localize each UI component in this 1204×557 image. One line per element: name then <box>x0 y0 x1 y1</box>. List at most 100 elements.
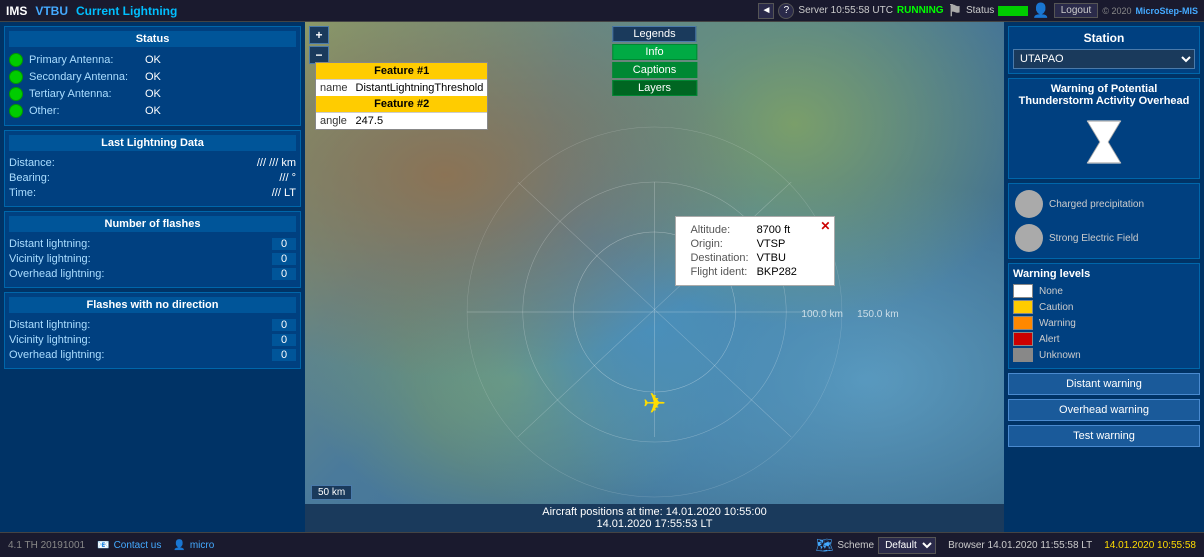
help-button[interactable]: ? <box>778 3 794 19</box>
warning-levels-title: Warning levels <box>1013 268 1195 280</box>
vtbu-label: VTBU <box>35 4 68 18</box>
level-label: Unknown <box>1039 350 1081 361</box>
no-direction-section: Flashes with no direction Distant lightn… <box>4 292 301 369</box>
distant-warning-button[interactable]: Distant warning <box>1008 373 1200 395</box>
user-info: 👤 micro <box>173 540 214 551</box>
layers-button[interactable]: Layers <box>612 80 697 96</box>
level-box <box>1013 348 1033 362</box>
level-row: Alert <box>1013 332 1195 346</box>
feature2-header: Feature #2 <box>316 96 487 113</box>
warning-title: Warning of Potential Thunderstorm Activi… <box>1013 83 1195 107</box>
flash-label: Overhead lightning: <box>9 268 104 280</box>
overhead-warning-button[interactable]: Overhead warning <box>1008 399 1200 421</box>
no-direction-value: 0 <box>272 319 296 331</box>
antenna-value: OK <box>145 88 161 100</box>
copyright: © 2020 <box>1102 6 1131 16</box>
no-direction-title: Flashes with no direction <box>9 297 296 313</box>
flash-row: Distant lightning: 0 <box>9 238 296 250</box>
zoom-in-button[interactable]: + <box>309 26 329 44</box>
status-label: Status <box>966 5 994 16</box>
level-row: None <box>1013 284 1195 298</box>
station-select[interactable]: UTAPAO <box>1013 49 1195 69</box>
station-section: Station UTAPAO <box>1008 26 1200 74</box>
hourglass-icon <box>1079 117 1129 167</box>
scale-bar: 50 km <box>311 485 352 500</box>
test-warning-button[interactable]: Test warning <box>1008 425 1200 447</box>
info-button[interactable]: Info <box>612 44 697 60</box>
feature1-header: Feature #1 <box>316 63 487 80</box>
electric-row: Strong Electric Field <box>1015 224 1193 252</box>
close-button[interactable]: ✕ <box>820 219 830 233</box>
scheme-icon: 🗺 <box>816 537 834 554</box>
map-time-bar: Aircraft positions at time: 14.01.2020 1… <box>305 504 1004 532</box>
flash-value: 0 <box>272 253 296 265</box>
version-label: 4.1 TH 20191001 <box>8 540 85 551</box>
station-title: Station <box>1013 31 1195 45</box>
antenna-row: Secondary Antenna: OK <box>9 70 296 84</box>
feature1-name-label: name <box>316 80 352 97</box>
charged-label: Charged precipitation <box>1049 199 1144 210</box>
destination-label: Destination: <box>686 251 752 265</box>
altitude-value: 8700 ft <box>753 223 801 237</box>
level-label: Alert <box>1039 334 1060 345</box>
map-toolbar: + − <box>309 26 329 64</box>
altitude-label: Altitude: <box>686 223 752 237</box>
indicators-section: Charged precipitation Strong Electric Fi… <box>1008 183 1200 259</box>
scheme-section: 🗺 Scheme Default <box>816 537 936 554</box>
no-direction-row: Distant lightning: 0 <box>9 319 296 331</box>
center-map: + − Legends Info Captions Layers Feature… <box>305 22 1004 532</box>
ims-logo: IMS <box>6 4 27 18</box>
level-box <box>1013 332 1033 346</box>
aircraft-popup: ✕ Altitude: 8700 ft Origin: VTSP Destina… <box>675 216 835 286</box>
antenna-value: OK <box>145 54 161 66</box>
distance-row: Distance: /// /// km <box>9 157 296 169</box>
flash-label: Distant lightning: <box>9 238 90 250</box>
distance-label: Distance: <box>9 157 55 169</box>
server-time: Server 10:55:58 UTC <box>798 5 893 16</box>
contact-label: Contact us <box>114 540 162 551</box>
level-box <box>1013 284 1033 298</box>
level-box <box>1013 316 1033 330</box>
status-title: Status <box>9 31 296 47</box>
level-row: Unknown <box>1013 348 1195 362</box>
origin-label: Origin: <box>686 237 752 251</box>
app-title: Current Lightning <box>76 4 177 18</box>
feature1-name-value: DistantLightningThreshold <box>352 80 488 97</box>
status-rows: Primary Antenna: OK Secondary Antenna: O… <box>9 53 296 118</box>
no-direction-label: Distant lightning: <box>9 319 90 331</box>
status-section: Status Primary Antenna: OK Secondary Ant… <box>4 26 301 126</box>
electric-icon <box>1015 224 1043 252</box>
user-label: micro <box>190 540 214 551</box>
scheme-select[interactable]: Default <box>878 537 936 554</box>
time-label: Time: <box>9 187 36 199</box>
level-row: Warning <box>1013 316 1195 330</box>
antenna-label: Other: <box>29 105 139 117</box>
logout-button[interactable]: Logout <box>1054 3 1099 18</box>
feature2-angle-value: 247.5 <box>352 113 488 130</box>
captions-button[interactable]: Captions <box>612 62 697 78</box>
antenna-label: Secondary Antenna: <box>29 71 139 83</box>
antenna-value: OK <box>145 71 161 83</box>
scheme-label: Scheme <box>837 540 874 551</box>
bearing-row: Bearing: /// ° <box>9 172 296 184</box>
no-direction-value: 0 <box>272 334 296 346</box>
flash-row: Vicinity lightning: 0 <box>9 253 296 265</box>
bearing-label: Bearing: <box>9 172 50 184</box>
charged-icon <box>1015 190 1043 218</box>
electric-label: Strong Electric Field <box>1049 233 1138 244</box>
nav-back-button[interactable]: ◄ <box>758 3 774 19</box>
right-panel: Station UTAPAO Warning of Potential Thun… <box>1004 22 1204 532</box>
contact-link[interactable]: 📧 Contact us <box>97 540 161 551</box>
contact-icon: 📧 <box>97 540 109 551</box>
level-label: Caution <box>1039 302 1073 313</box>
flash-label: Vicinity lightning: <box>9 253 91 265</box>
flight-label: Flight ident: <box>686 265 752 279</box>
top-bar: IMS VTBU Current Lightning ◄ ? Server 10… <box>0 0 1204 22</box>
map-time-line2: 14.01.2020 17:55:53 LT <box>307 518 1002 530</box>
legends-label: Legends <box>612 26 696 42</box>
aircraft-icon[interactable]: ✈ <box>643 387 666 420</box>
no-direction-label: Overhead lightning: <box>9 349 104 361</box>
browser-time: Browser 14.01.2020 11:55:58 LT <box>948 540 1092 551</box>
time-row: Time: /// LT <box>9 187 296 199</box>
antenna-label: Primary Antenna: <box>29 54 139 66</box>
